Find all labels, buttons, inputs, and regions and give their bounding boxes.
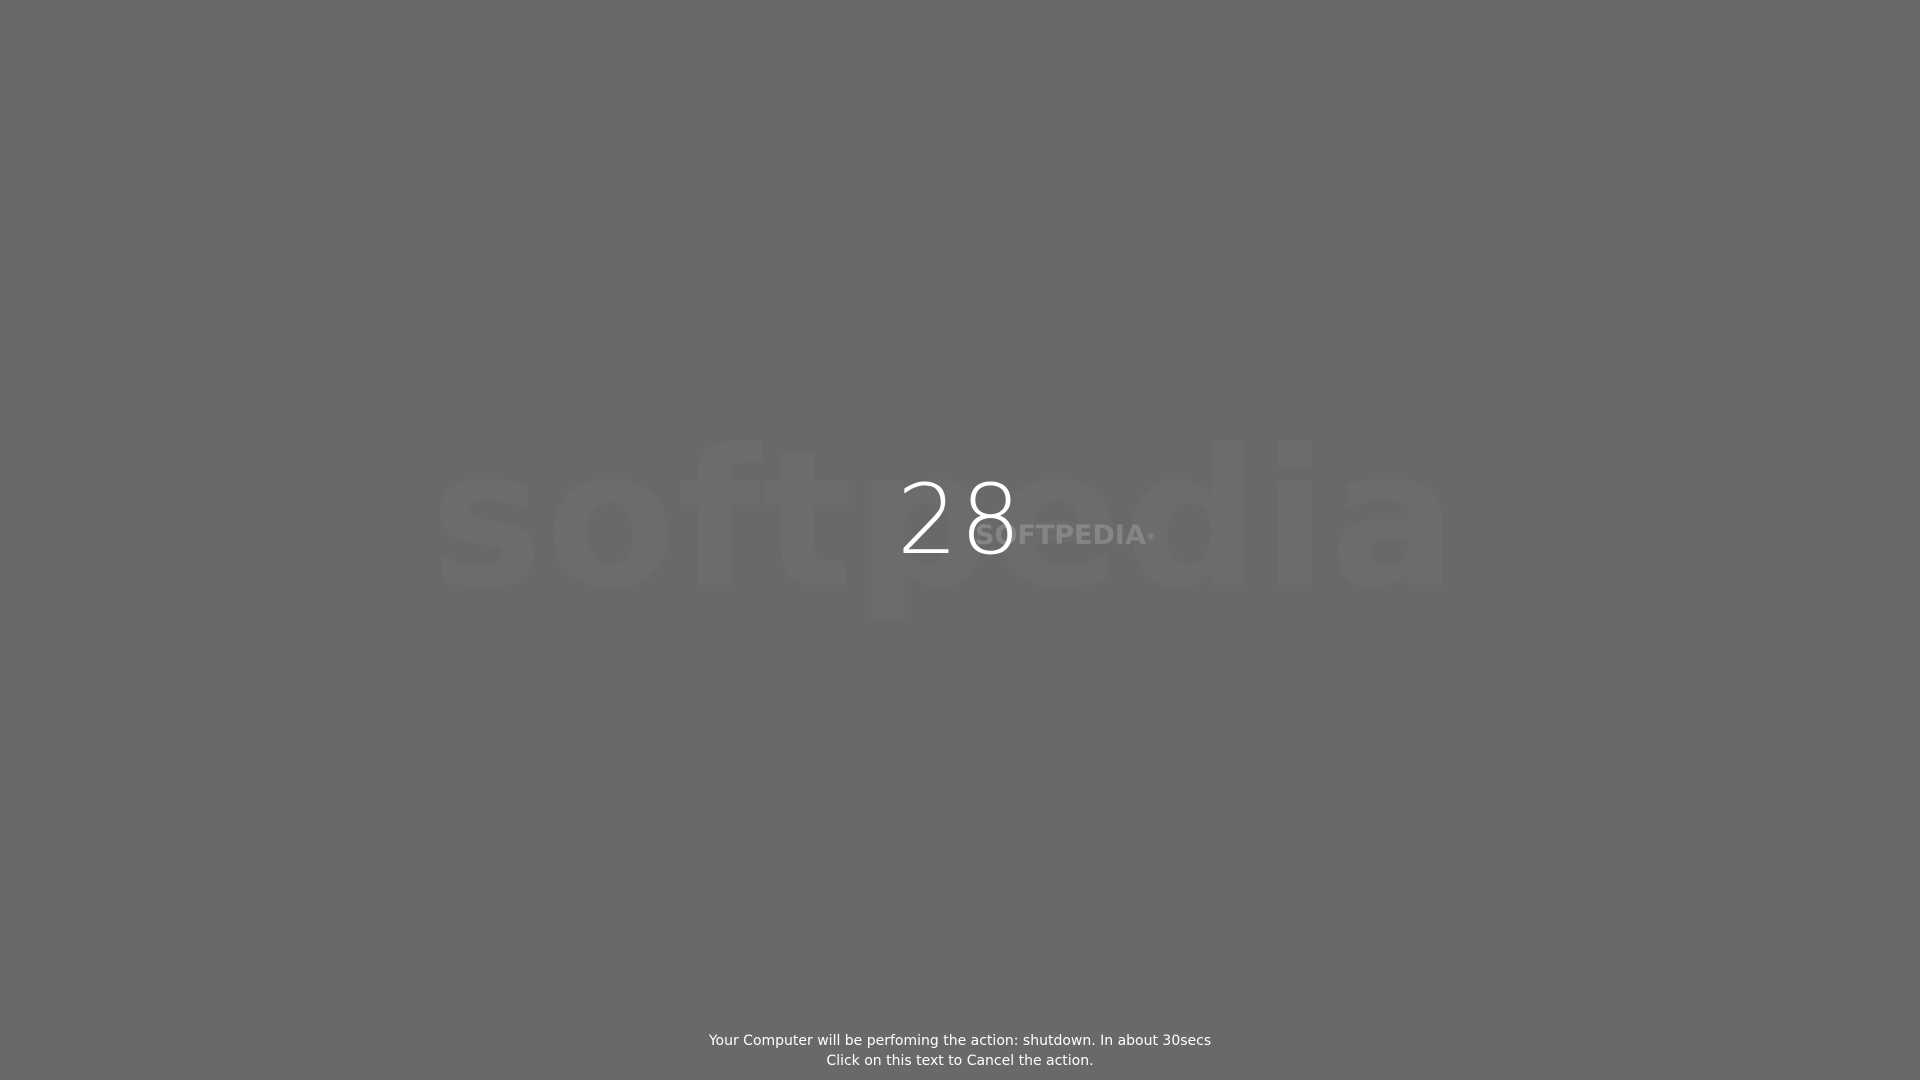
shutdown-countdown-screen: softpedia 28 SOFTPEDIA® Your Computer wi… xyxy=(0,0,1920,1080)
shutdown-notice-text[interactable]: Your Computer will be perfoming the acti… xyxy=(660,1031,1260,1051)
watermark-logo-text: SOFTPEDIA xyxy=(975,520,1146,551)
cancel-action-message[interactable]: Your Computer will be perfoming the acti… xyxy=(660,1031,1260,1071)
registered-mark: ® xyxy=(1145,532,1156,543)
cancel-instruction-text[interactable]: Click on this text to Cancel the action. xyxy=(660,1051,1260,1071)
softpedia-watermark-logo: SOFTPEDIA® xyxy=(975,518,1156,554)
